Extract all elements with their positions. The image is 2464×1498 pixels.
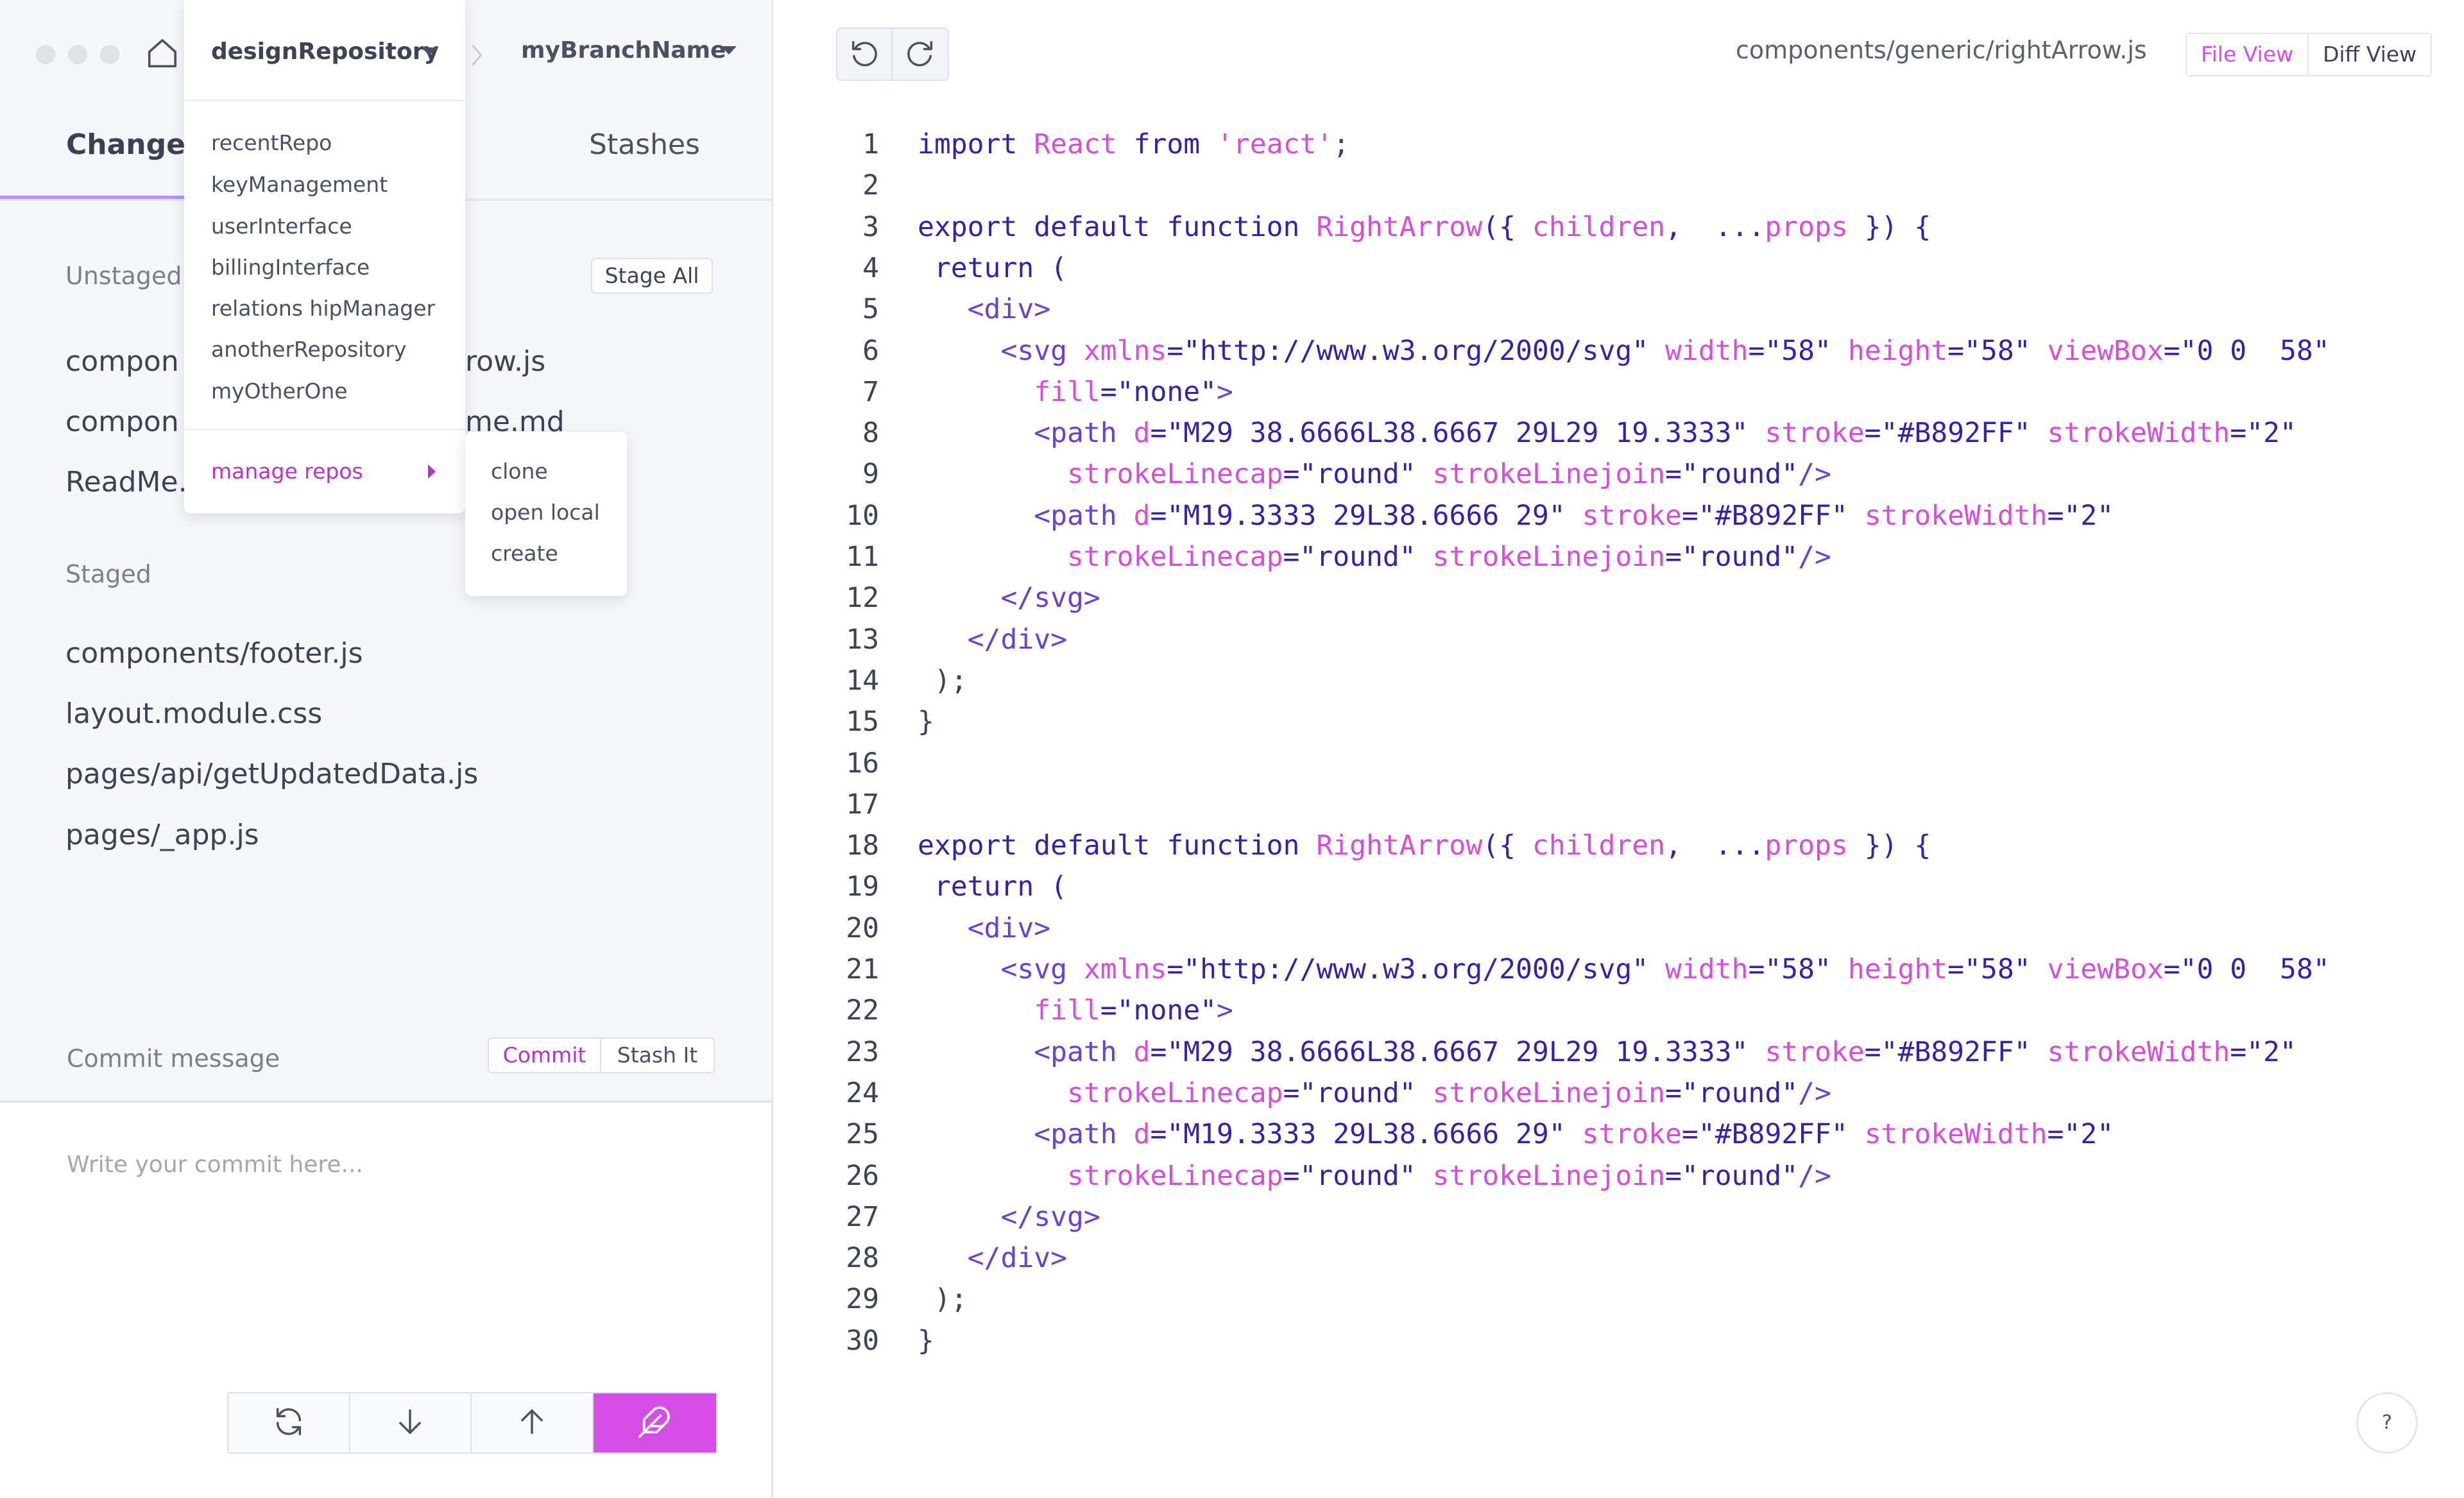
line-number: 15 (846, 706, 879, 738)
line-number: 18 (846, 830, 879, 862)
line-number: 1 (862, 128, 879, 160)
manage-repos-item[interactable]: manage repos (211, 459, 363, 484)
line-number: 29 (846, 1283, 879, 1316)
unstaged-file-item[interactable]: compon (65, 345, 179, 378)
sync-button[interactable] (228, 1393, 350, 1452)
action-bar (227, 1392, 717, 1454)
submenu-create[interactable]: create (491, 541, 558, 566)
staged-file-item[interactable]: pages/api/getUpdatedData.js (65, 758, 478, 790)
staged-label: Staged (65, 560, 151, 588)
unstaged-file-item[interactable]: ReadMe. (65, 466, 187, 498)
redo-button[interactable] (893, 29, 948, 80)
submenu-clone[interactable]: clone (491, 459, 548, 484)
submenu-open-local[interactable]: open local (491, 500, 600, 525)
line-number: 30 (846, 1324, 879, 1357)
repo-menu-item[interactable]: myOtherOne (211, 379, 348, 404)
line-number: 20 (846, 912, 879, 944)
arrow-down-icon (393, 1405, 427, 1441)
publish-button[interactable] (593, 1393, 716, 1452)
line-number: 22 (846, 994, 879, 1027)
view-toggle: File View Diff View (2186, 33, 2432, 76)
line-number: 10 (846, 499, 879, 532)
chevron-right-icon (470, 41, 484, 72)
unstaged-file-tail[interactable]: row.js (465, 345, 545, 378)
unstaged-label: Unstaged (65, 262, 182, 290)
line-number: 6 (862, 334, 879, 367)
line-number: 28 (846, 1242, 879, 1275)
line-number: 5 (862, 293, 879, 326)
line-number: 23 (846, 1035, 879, 1068)
line-number: 21 (846, 953, 879, 985)
repo-selector[interactable]: designRepository (211, 38, 439, 65)
repo-caret-icon[interactable] (422, 47, 437, 56)
file-view-button[interactable]: File View (2187, 34, 2309, 75)
repo-menu-item[interactable]: anotherRepository (211, 337, 407, 362)
undo-redo-group (836, 28, 949, 81)
line-number: 9 (862, 458, 879, 491)
line-number: 19 (846, 871, 879, 903)
line-number: 2 (862, 169, 879, 202)
line-number: 11 (846, 541, 879, 573)
submenu-arrow-icon (428, 464, 436, 479)
commit-button-group: Commit Stash It (488, 1037, 715, 1073)
help-button[interactable]: ? (2356, 1392, 2418, 1454)
window-minimize-button[interactable] (68, 45, 87, 64)
line-number: 7 (862, 375, 879, 408)
repo-menu-item[interactable]: recentRepo (211, 130, 332, 155)
stage-all-button[interactable]: Stage All (591, 258, 713, 294)
undo-button[interactable] (837, 29, 893, 80)
redo-icon (903, 37, 937, 72)
commit-button[interactable]: Commit (489, 1039, 601, 1072)
repo-dropdown-menu: designRepository recentRepo keyManagemen… (184, 0, 465, 513)
window-close-button[interactable] (36, 45, 55, 64)
line-number: 27 (846, 1200, 879, 1233)
commit-placeholder[interactable]: Write your commit here... (67, 1152, 363, 1178)
line-number: 26 (846, 1159, 879, 1192)
staged-file-item[interactable]: pages/_app.js (65, 819, 259, 851)
line-number: 12 (846, 582, 879, 615)
line-number: 8 (862, 417, 879, 450)
line-number: 3 (862, 210, 879, 243)
home-icon[interactable] (145, 36, 180, 73)
line-number: 13 (846, 623, 879, 656)
branch-name[interactable]: myBranchName (521, 37, 726, 64)
arrow-up-icon (515, 1405, 549, 1441)
line-number: 24 (846, 1077, 879, 1109)
undo-icon (848, 37, 881, 72)
diff-view-button[interactable]: Diff View (2309, 34, 2431, 75)
staged-file-item[interactable]: components/footer.js (65, 637, 363, 670)
repo-menu-item[interactable]: billingInterface (211, 255, 370, 280)
unstaged-file-item[interactable]: compon (65, 405, 179, 438)
stash-it-button[interactable]: Stash It (601, 1039, 714, 1072)
push-button[interactable] (472, 1393, 594, 1452)
line-number: 4 (862, 251, 879, 284)
commit-message-label: Commit message (67, 1044, 280, 1073)
pull-button[interactable] (350, 1393, 472, 1452)
tab-stashes[interactable]: Stashes (589, 128, 700, 161)
feather-icon (637, 1404, 672, 1442)
staged-file-item[interactable]: layout.module.css (65, 697, 322, 730)
repo-menu-item[interactable]: userInterface (211, 214, 352, 239)
repo-menu-item[interactable]: keyManagement (211, 172, 388, 197)
tab-changes[interactable]: Changes (66, 128, 202, 161)
file-path: components/generic/rightArrow.js (1736, 36, 2147, 64)
sync-icon (272, 1405, 305, 1441)
manage-repos-submenu: clone open local create (465, 432, 627, 596)
line-number: 16 (846, 747, 879, 779)
menu-divider (184, 429, 465, 430)
window-maximize-button[interactable] (100, 45, 119, 64)
line-number: 17 (846, 788, 879, 821)
repo-menu-item[interactable]: relations hipManager (211, 296, 435, 321)
menu-divider (184, 99, 465, 101)
line-number: 14 (846, 664, 879, 697)
branch-caret-icon[interactable] (721, 46, 737, 55)
line-number: 25 (846, 1118, 879, 1151)
